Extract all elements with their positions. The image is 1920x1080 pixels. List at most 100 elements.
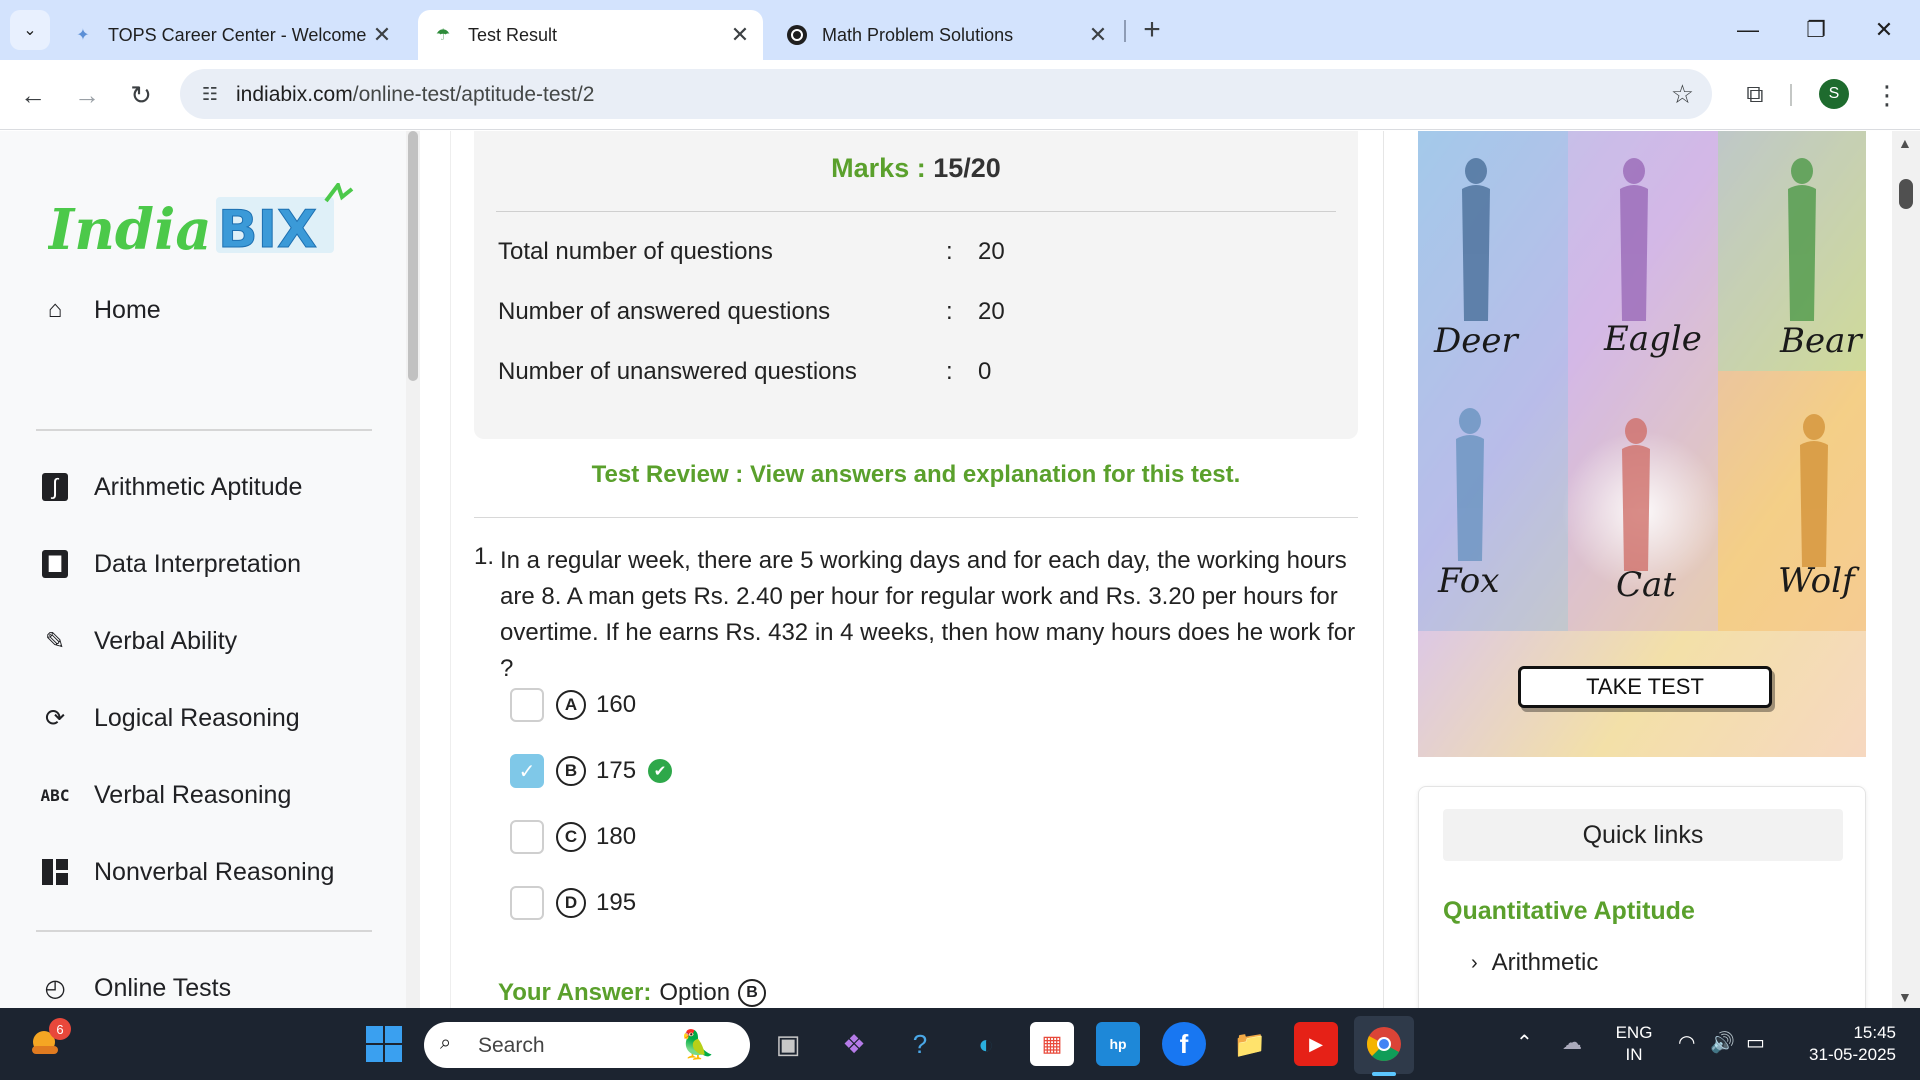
ad-label-eagle: Eagle xyxy=(1604,319,1702,359)
sidebar-item-nonverbal-reasoning[interactable]: Nonverbal Reasoning xyxy=(38,852,334,892)
back-button[interactable]: ← xyxy=(16,78,50,112)
integral-icon: ∫ xyxy=(38,470,72,504)
sidebar-item-verbal-reasoning[interactable]: ABC Verbal Reasoning xyxy=(38,775,292,815)
close-icon: ✕ xyxy=(1874,17,1894,42)
minimize-button[interactable]: — xyxy=(1728,14,1768,46)
option-c[interactable]: C 180 xyxy=(510,819,636,855)
task-view-icon[interactable]: ▣ xyxy=(766,1022,810,1066)
tab-math-solutions[interactable]: Math Problem Solutions ✕ xyxy=(776,10,1121,60)
close-tab-icon[interactable]: ✕ xyxy=(1085,22,1111,48)
option-b[interactable]: ✓ B 175 ✔ xyxy=(510,753,673,789)
reload-button[interactable]: ↻ xyxy=(124,78,158,112)
ad-label-fox: Fox xyxy=(1438,561,1500,601)
myhp-icon[interactable]: hp xyxy=(1096,1022,1140,1066)
site-settings-icon[interactable]: ☷ xyxy=(196,81,224,107)
page-scrollbar-thumb[interactable] xyxy=(1899,179,1913,209)
sidebar-item-data-interpretation[interactable]: ▇ Data Interpretation xyxy=(38,544,301,584)
browser-toolbar: ← → ↻ ☷ indiabix.com/online-test/aptitud… xyxy=(0,60,1920,130)
option-checkbox[interactable] xyxy=(510,688,544,722)
toolbar-separator xyxy=(1790,84,1792,106)
indiabix-logo[interactable]: India BIX xyxy=(46,180,358,273)
svg-text:India: India xyxy=(48,197,212,263)
bookmark-star-icon[interactable]: ☆ xyxy=(1671,79,1694,110)
sidebar-scrollbar-thumb[interactable] xyxy=(408,131,418,381)
taskbar-search[interactable]: ⌕ Search 🦜 xyxy=(424,1022,750,1068)
checkmark-icon: ✓ xyxy=(518,760,536,783)
system-clock[interactable]: 15:45 31-05-2025 xyxy=(1786,1022,1896,1066)
active-app-indicator xyxy=(1372,1072,1396,1076)
scroll-up-arrow-icon[interactable]: ▲ xyxy=(1898,135,1912,151)
option-a[interactable]: A 160 xyxy=(510,687,636,723)
stat-answered-value: 20 xyxy=(978,298,1005,325)
test-review-link[interactable]: Test Review : View answers and explanati… xyxy=(474,461,1358,489)
start-button[interactable] xyxy=(366,1026,402,1062)
sidebar-item-arithmetic-aptitude[interactable]: ∫ Arithmetic Aptitude xyxy=(38,467,302,507)
sidebar-item-label: Verbal Reasoning xyxy=(94,780,292,809)
chrome-icon[interactable] xyxy=(1362,1022,1406,1066)
your-answer-letter: B xyxy=(738,979,767,1007)
language-indicator[interactable]: ENG IN xyxy=(1612,1022,1656,1066)
address-bar[interactable]: ☷ indiabix.com/online-test/aptitude-test… xyxy=(180,69,1712,119)
file-explorer-icon[interactable]: 📁 xyxy=(1228,1022,1272,1066)
wifi-icon[interactable]: ◠ xyxy=(1678,1030,1695,1055)
search-highlight-art-icon: 🦜 xyxy=(680,1029,715,1060)
tab-search-button[interactable]: ⌄ xyxy=(10,10,50,50)
arrow-right-icon: → xyxy=(74,79,100,110)
tops-logo-icon: ✦ xyxy=(76,27,90,44)
take-test-button[interactable]: TAKE TEST xyxy=(1518,666,1772,708)
page-scrollbar[interactable] xyxy=(1892,131,1920,1008)
sidebar-item-logical-reasoning[interactable]: ⟳ Logical Reasoning xyxy=(38,698,300,738)
restore-button[interactable]: ❐ xyxy=(1796,14,1836,46)
sidebar-item-home[interactable]: ⌂ Home xyxy=(38,290,161,330)
profile-avatar[interactable]: S xyxy=(1819,79,1849,109)
ad-label-cat: Cat xyxy=(1616,565,1676,605)
stat-total-value: 20 xyxy=(978,238,1005,265)
sidebar-item-label: Online Tests xyxy=(94,973,232,1002)
scroll-down-arrow-icon[interactable]: ▼ xyxy=(1898,989,1912,1005)
advertisement-banner[interactable]: Deer Eagle Bear Fox Cat Wolf TAKE TEST xyxy=(1418,131,1866,757)
battery-icon[interactable]: ▭ xyxy=(1746,1030,1765,1055)
help-icon[interactable]: ? xyxy=(898,1022,942,1066)
sidebar-item-verbal-ability[interactable]: ✎ Verbal Ability xyxy=(38,621,237,661)
quick-link-item[interactable]: › Arithmetic xyxy=(1471,949,1598,977)
edge-icon[interactable]: ◐ xyxy=(964,1022,1008,1066)
option-checkbox[interactable] xyxy=(510,820,544,854)
volume-icon[interactable]: 🔊 xyxy=(1710,1030,1735,1055)
sidebar-item-label: Data Interpretation xyxy=(94,549,302,578)
copilot-icon[interactable]: ❖ xyxy=(832,1022,876,1066)
sidebar-item-label: Arithmetic Aptitude xyxy=(94,472,303,501)
cloud-offline-icon[interactable]: ☁ xyxy=(1562,1030,1582,1055)
clock-time: 15:45 xyxy=(1853,1023,1896,1042)
sidebar-item-online-tests[interactable]: ◴ Online Tests xyxy=(38,968,232,1008)
ad-label-deer: Deer xyxy=(1434,321,1518,361)
close-tab-icon[interactable]: ✕ xyxy=(727,22,753,48)
youtube-icon[interactable]: ▶ xyxy=(1294,1022,1338,1066)
tab-test-result[interactable]: ☂ Test Result ✕ xyxy=(418,10,763,60)
option-d[interactable]: D 195 xyxy=(510,885,636,921)
option-checkbox-checked[interactable]: ✓ xyxy=(510,754,544,788)
home-icon: ⌂ xyxy=(47,296,63,323)
clock-date: 31-05-2025 xyxy=(1809,1045,1896,1064)
sidebar-divider xyxy=(36,930,372,932)
reload-icon: ↻ xyxy=(130,79,152,110)
review-divider xyxy=(474,517,1358,518)
ad-label-bear: Bear xyxy=(1780,321,1862,361)
stat-unanswered-value: 0 xyxy=(978,358,992,385)
bar-chart-icon: ▇ xyxy=(38,547,72,581)
chevron-down-icon: ⌄ xyxy=(23,22,37,39)
restore-icon: ❐ xyxy=(1806,17,1826,42)
region-code: IN xyxy=(1625,1045,1643,1064)
microsoft-store-icon[interactable]: ▦ xyxy=(1030,1022,1074,1066)
facebook-icon[interactable]: f xyxy=(1162,1022,1206,1066)
show-hidden-icons-chevron-icon[interactable]: ⌃ xyxy=(1516,1030,1533,1055)
option-checkbox[interactable] xyxy=(510,886,544,920)
close-tab-icon[interactable]: ✕ xyxy=(369,22,395,48)
stat-colon: : xyxy=(946,238,953,265)
browser-menu-icon[interactable]: ⋮ xyxy=(1872,78,1902,112)
new-tab-button[interactable]: + xyxy=(1136,13,1168,46)
tab-tops-career[interactable]: ✦ TOPS Career Center - Welcome ✕ xyxy=(60,10,405,60)
close-window-button[interactable]: ✕ xyxy=(1864,14,1904,46)
quick-links-section[interactable]: Quantitative Aptitude xyxy=(1443,897,1695,926)
extensions-icon[interactable]: ⧉ xyxy=(1740,78,1770,112)
forward-button[interactable]: → xyxy=(70,78,104,112)
